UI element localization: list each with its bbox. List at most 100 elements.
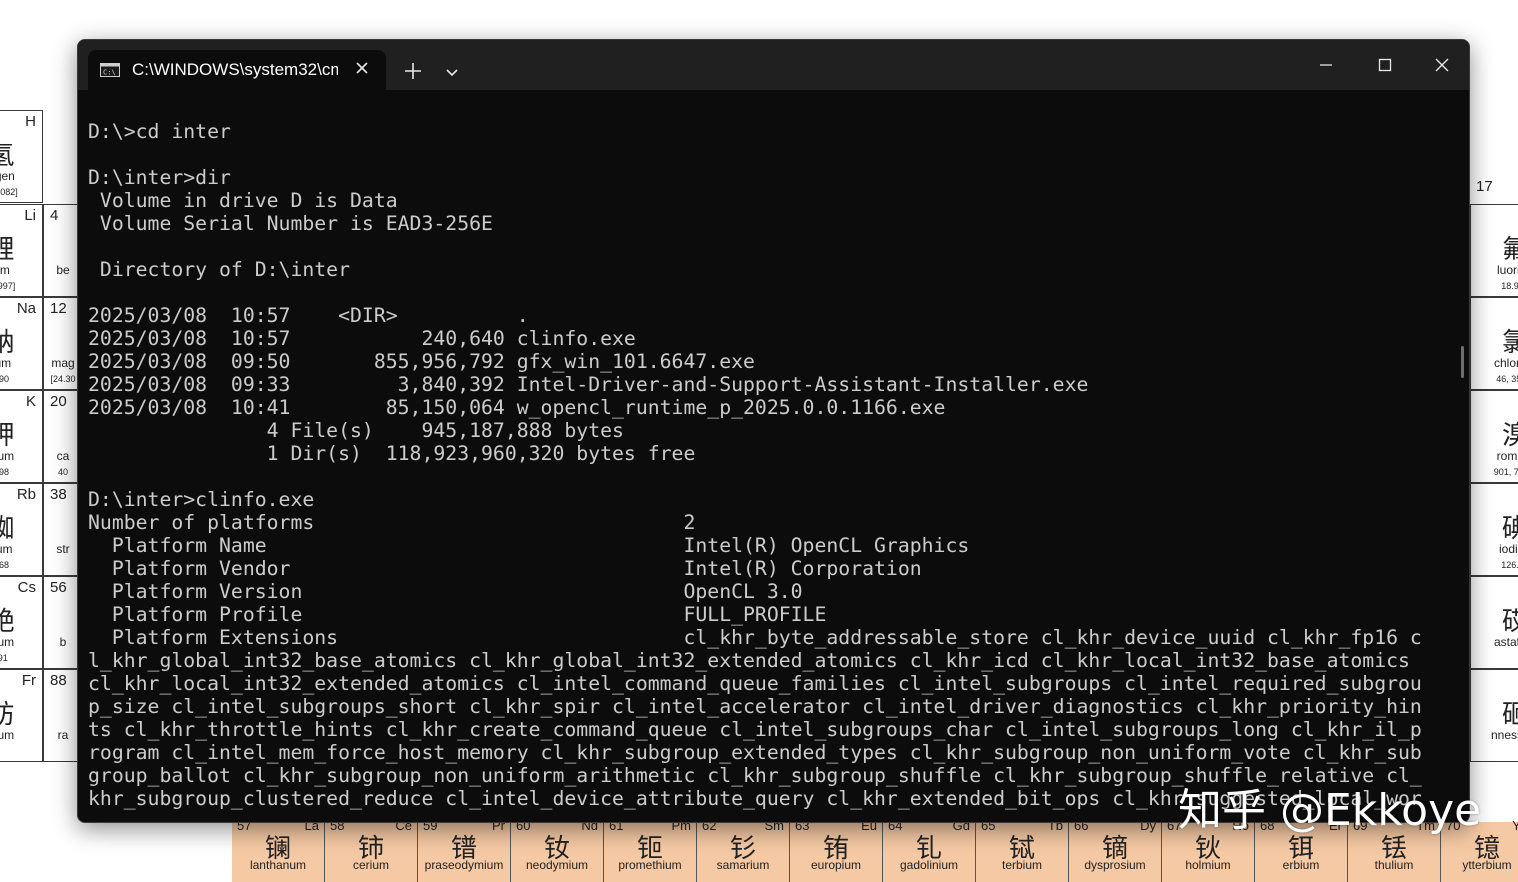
scrollbar-thumb[interactable]: [1461, 346, 1464, 378]
element-cell: 溴romine 901, 79.90: [1470, 390, 1518, 483]
element-english-name: ytterbium: [1462, 858, 1512, 872]
element-english-name: romine: [1496, 449, 1518, 463]
element-mass: 990: [0, 374, 10, 384]
title-bar[interactable]: C:\ C:\WINDOWS\system32\cmd.exe: [78, 40, 1469, 90]
terminal-window[interactable]: C:\ C:\WINDOWS\system32\cmd.exe D:\>cd i…: [77, 39, 1470, 823]
minimize-icon[interactable]: [1306, 50, 1346, 80]
lanthanide-cell: 57 La 镧 lanthanum: [232, 818, 325, 882]
console-line: Directory of D:\inter: [88, 258, 351, 281]
element-english-name: praseodymium: [424, 858, 504, 872]
element-cell: 砸nnessine: [1470, 669, 1518, 762]
console-line: D:\inter>clinfo.exe: [88, 488, 315, 511]
element-mass: .91: [0, 653, 8, 663]
element-english-name: luorine: [1496, 263, 1518, 277]
element-cell: K钾sium 098: [0, 390, 43, 483]
element-english-name: samarium: [716, 858, 770, 872]
element-english-name: cerium: [352, 858, 389, 872]
element-english-name: iodine: [1498, 542, 1518, 556]
element-cell: Cs 铯sium .91: [0, 576, 43, 669]
console-line: Platform Profile FULL_PROFILE: [88, 603, 827, 626]
element-english-name: neodymium: [525, 858, 589, 872]
element-chinese-name: 铯: [0, 601, 42, 638]
element-number: 38: [50, 486, 67, 503]
console-line: 2025/03/08 10:41 85,150,064 w_opencl_run…: [88, 396, 946, 419]
svg-text:C:\: C:\: [103, 69, 116, 77]
console-line: Platform Extensions cl_khr_byte_addressa…: [88, 626, 1422, 649]
element-cell: 砹astatine: [1470, 576, 1518, 669]
close-icon[interactable]: [1422, 50, 1462, 80]
element-cell: 碘iodine 126.90: [1470, 483, 1518, 576]
console-output[interactable]: D:\>cd inter D:\inter>dir Volume in drive…: [88, 120, 1448, 820]
lanthanide-cell: 65 Tb 铽 terbium: [976, 818, 1069, 882]
lanthanide-cell: 63 Eu 铕 europium: [790, 818, 883, 882]
lanthanide-cell: 58 Ce 铈 cerium: [325, 818, 418, 882]
element-number: 12: [50, 300, 67, 317]
element-english-name: cium: [0, 728, 15, 742]
element-english-name: ium: [0, 356, 12, 370]
element-chinese-name: 铷: [0, 508, 42, 545]
element-mass: [6.997]: [0, 281, 16, 291]
element-number: 56: [50, 579, 67, 596]
element-cell: H氢ogen [1.0082]: [0, 110, 43, 203]
element-mass: 098: [0, 467, 10, 477]
element-english-name: sium: [0, 635, 15, 649]
console-line: Number of platforms 2: [88, 511, 696, 534]
element-mass: 468: [0, 560, 10, 570]
element-cell: Rb 铷lium 468: [0, 483, 43, 576]
console-line: l_khr_global_int32_base_atomics cl_khr_g…: [88, 649, 1410, 672]
terminal-icon: C:\: [100, 63, 120, 77]
element-english-name: chlorine: [1493, 356, 1518, 370]
close-tab-icon[interactable]: [350, 56, 374, 80]
element-number: 88: [50, 672, 67, 689]
maximize-icon[interactable]: [1365, 50, 1405, 80]
element-english-name: dysprosium: [1084, 858, 1146, 872]
console-line: Volume Serial Number is EAD3-256E: [88, 212, 493, 235]
console-line: Platform Name Intel(R) OpenCL Graphics: [88, 534, 970, 557]
tab-cmd[interactable]: C:\ C:\WINDOWS\system32\cmd.exe: [88, 50, 386, 90]
element-chinese-name: 砸: [1471, 694, 1518, 731]
element-english-name: lium: [0, 542, 13, 556]
element-chinese-name: 锂: [0, 229, 42, 266]
element-english-name: europium: [810, 858, 862, 872]
element-mass: 18.998: [1501, 281, 1518, 291]
element-symbol: Na: [16, 300, 36, 317]
tab-title: C:\WINDOWS\system32\cmd.exe: [132, 60, 338, 79]
element-english-name: nnessine: [1490, 728, 1518, 742]
element-english-name: thulium: [1374, 858, 1414, 872]
element-english-name: sium: [0, 449, 15, 463]
element-english-name: promethium: [618, 858, 682, 872]
element-chinese-name: 碘: [1471, 508, 1518, 545]
console-line: cl_khr_local_int32_extended_atomics cl_i…: [88, 672, 1422, 695]
element-english-name: ogen: [0, 169, 15, 183]
element-chinese-name: 钠: [0, 322, 42, 359]
console-line: 2025/03/08 10:57 <DIR> .: [88, 304, 529, 327]
element-chinese-name: 钫: [0, 694, 42, 731]
console-line: 2025/03/08 10:57 240,640 clinfo.exe: [88, 327, 636, 350]
console-line: 1 Dir(s) 118,923,960,320 bytes free: [88, 442, 696, 465]
console-line: Platform Vendor Intel(R) Corporation: [88, 557, 922, 580]
element-cell: Na 钠ium 990: [0, 297, 43, 390]
element-cell: Fr 钫cium: [0, 669, 43, 762]
chevron-down-icon[interactable]: [442, 62, 462, 82]
element-symbol: H: [25, 113, 36, 130]
element-english-name: terbium: [1001, 858, 1042, 872]
element-chinese-name: 砹: [1471, 601, 1518, 638]
element-symbol: K: [25, 393, 36, 410]
lanthanide-cell: 66 Dy 镝 dysprosium: [1069, 818, 1162, 882]
element-english-name: gadolinium: [899, 858, 959, 872]
element-symbol: Cs: [17, 579, 36, 596]
element-english-name: holmium: [1185, 858, 1231, 872]
console-line: D:\inter>dir: [88, 166, 231, 189]
plus-icon[interactable]: [400, 58, 426, 84]
console-line: 2025/03/08 09:33 3,840,392 Intel-Driver-…: [88, 373, 1089, 396]
element-cell: 17: [1470, 176, 1518, 204]
element-chinese-name: 氯: [1471, 322, 1518, 359]
element-mass: [1.0082]: [0, 187, 18, 197]
element-english-name: um: [0, 263, 10, 277]
lanthanide-cell: 61 Pm 钷 promethium: [604, 818, 697, 882]
element-number: 20: [50, 393, 67, 410]
